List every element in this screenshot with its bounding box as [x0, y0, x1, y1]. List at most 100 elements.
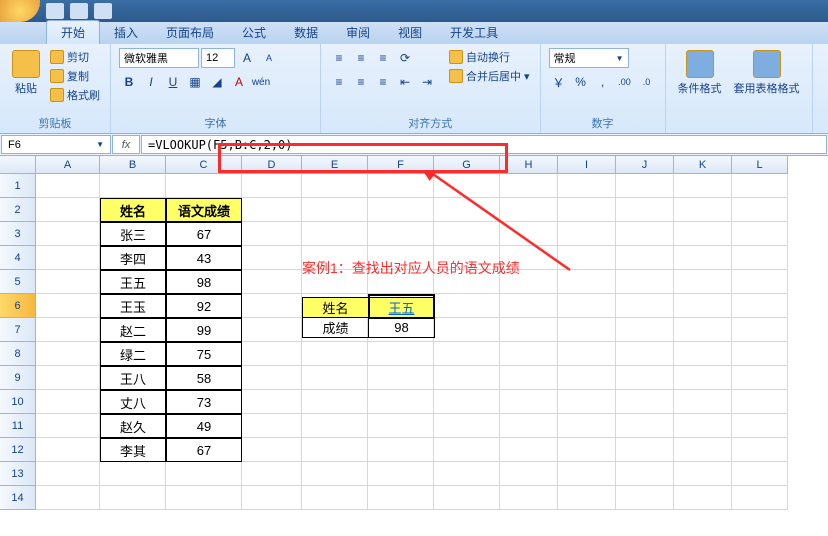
cell-K7[interactable] — [674, 318, 732, 342]
cell-G11[interactable] — [434, 414, 500, 438]
cell-A11[interactable] — [36, 414, 100, 438]
cell-L3[interactable] — [732, 222, 788, 246]
cell-D2[interactable] — [242, 198, 302, 222]
cell-J7[interactable] — [616, 318, 674, 342]
row-header-11[interactable]: 11 — [0, 414, 36, 438]
percent-button[interactable]: % — [571, 72, 591, 92]
number-format-combo[interactable]: 常规▼ — [549, 48, 629, 68]
formula-input[interactable]: =VLOOKUP(F5,B:C,2,0) — [141, 135, 827, 154]
cell-L10[interactable] — [732, 390, 788, 414]
tab-4[interactable]: 数据 — [280, 21, 332, 44]
cell-L1[interactable] — [732, 174, 788, 198]
align-right-button[interactable]: ≡ — [373, 72, 393, 92]
cell-C2[interactable]: 语文成绩 — [166, 198, 242, 222]
cell-C5[interactable]: 98 — [166, 270, 242, 294]
copy-button[interactable]: 复制 — [48, 67, 102, 85]
cell-I12[interactable] — [558, 438, 616, 462]
cell-D7[interactable] — [242, 318, 302, 342]
name-box[interactable]: F6▼ — [1, 135, 111, 154]
cell-K13[interactable] — [674, 462, 732, 486]
align-bottom-button[interactable]: ≡ — [373, 48, 393, 68]
cell-B11[interactable]: 赵久 — [100, 414, 166, 438]
cell-H7[interactable] — [500, 318, 558, 342]
cell-D9[interactable] — [242, 366, 302, 390]
cell-D3[interactable] — [242, 222, 302, 246]
cell-C3[interactable]: 67 — [166, 222, 242, 246]
format-painter-button[interactable]: 格式刷 — [48, 86, 102, 104]
decrease-font-button[interactable]: A — [259, 48, 279, 68]
qat-save-icon[interactable] — [46, 3, 64, 19]
cell-B12[interactable]: 李其 — [100, 438, 166, 462]
cell-G2[interactable] — [434, 198, 500, 222]
cell-H13[interactable] — [500, 462, 558, 486]
cell-E13[interactable] — [302, 462, 368, 486]
cell-G6[interactable] — [434, 294, 500, 318]
col-header-G[interactable]: G — [434, 156, 500, 174]
merge-center-button[interactable]: 合并后居中 ▾ — [447, 67, 532, 85]
cell-B14[interactable] — [100, 486, 166, 510]
cell-D5[interactable] — [242, 270, 302, 294]
cell-A3[interactable] — [36, 222, 100, 246]
cell-C9[interactable]: 58 — [166, 366, 242, 390]
row-header-6[interactable]: 6 — [0, 294, 36, 318]
col-header-F[interactable]: F — [368, 156, 434, 174]
cell-D10[interactable] — [242, 390, 302, 414]
cell-F10[interactable] — [368, 390, 434, 414]
cell-A1[interactable] — [36, 174, 100, 198]
cell-A2[interactable] — [36, 198, 100, 222]
cell-D6[interactable] — [242, 294, 302, 318]
row-header-4[interactable]: 4 — [0, 246, 36, 270]
paste-button[interactable]: 粘贴 — [8, 48, 44, 98]
cell-I13[interactable] — [558, 462, 616, 486]
cell-F3[interactable] — [368, 222, 434, 246]
align-top-button[interactable]: ≡ — [329, 48, 349, 68]
cell-E8[interactable] — [302, 342, 368, 366]
col-header-J[interactable]: J — [616, 156, 674, 174]
cell-F12[interactable] — [368, 438, 434, 462]
cell-J6[interactable] — [616, 294, 674, 318]
cell-D12[interactable] — [242, 438, 302, 462]
row-header-13[interactable]: 13 — [0, 462, 36, 486]
phonetic-button[interactable]: wén — [251, 72, 271, 92]
cell-D1[interactable] — [242, 174, 302, 198]
cell-D14[interactable] — [242, 486, 302, 510]
align-center-button[interactable]: ≡ — [351, 72, 371, 92]
cell-D8[interactable] — [242, 342, 302, 366]
cell-J1[interactable] — [616, 174, 674, 198]
row-header-1[interactable]: 1 — [0, 174, 36, 198]
cell-I7[interactable] — [558, 318, 616, 342]
cell-H10[interactable] — [500, 390, 558, 414]
cell-G13[interactable] — [434, 462, 500, 486]
cell-K8[interactable] — [674, 342, 732, 366]
cell-K4[interactable] — [674, 246, 732, 270]
cell-B13[interactable] — [100, 462, 166, 486]
cell-G1[interactable] — [434, 174, 500, 198]
cell-B5[interactable]: 王五 — [100, 270, 166, 294]
cell-L8[interactable] — [732, 342, 788, 366]
font-size-input[interactable] — [201, 48, 235, 68]
cell-C8[interactable]: 75 — [166, 342, 242, 366]
decrease-decimal-button[interactable]: .0 — [637, 72, 657, 92]
conditional-format-button[interactable]: 条件格式 — [674, 48, 726, 98]
cell-E10[interactable] — [302, 390, 368, 414]
bold-button[interactable]: B — [119, 72, 139, 92]
decrease-indent-button[interactable]: ⇤ — [395, 72, 415, 92]
lookup-score-value[interactable]: 98 — [369, 318, 435, 338]
col-header-K[interactable]: K — [674, 156, 732, 174]
increase-decimal-button[interactable]: .00 — [615, 72, 635, 92]
cell-A9[interactable] — [36, 366, 100, 390]
cell-J10[interactable] — [616, 390, 674, 414]
italic-button[interactable]: I — [141, 72, 161, 92]
cell-L5[interactable] — [732, 270, 788, 294]
cell-C4[interactable]: 43 — [166, 246, 242, 270]
cell-H1[interactable] — [500, 174, 558, 198]
tab-5[interactable]: 审阅 — [332, 21, 384, 44]
tab-3[interactable]: 公式 — [228, 21, 280, 44]
cell-B2[interactable]: 姓名 — [100, 198, 166, 222]
col-header-L[interactable]: L — [732, 156, 788, 174]
fill-color-button[interactable]: ◢ — [207, 72, 227, 92]
cell-F9[interactable] — [368, 366, 434, 390]
cell-K2[interactable] — [674, 198, 732, 222]
cell-I8[interactable] — [558, 342, 616, 366]
cell-B7[interactable]: 赵二 — [100, 318, 166, 342]
